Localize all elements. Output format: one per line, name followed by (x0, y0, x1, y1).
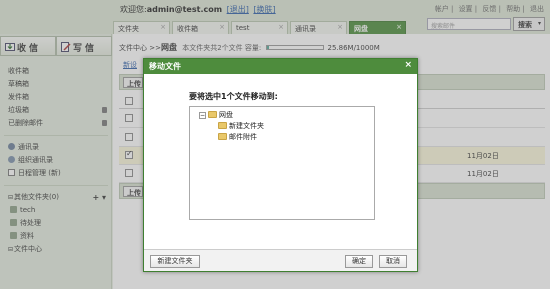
ok-button[interactable]: 确定 (345, 255, 373, 268)
folder-icon (218, 122, 227, 129)
tree-node-label: 网盘 (219, 111, 233, 119)
tree-node-mail-attachments[interactable]: 邮件附件 (218, 132, 257, 142)
tree-node-root[interactable]: − 网盘 (199, 110, 233, 120)
tree-node-new-folder[interactable]: 新建文件夹 (218, 121, 264, 131)
folder-tree: − 网盘 新建文件夹 邮件附件 (189, 106, 375, 220)
dialog-prompt: 要将选中1个文件移动到: (189, 92, 278, 101)
dialog-title: 移动文件 (149, 62, 181, 71)
dialog-title-bar: 移动文件 × (144, 59, 417, 74)
folder-icon (208, 111, 217, 118)
close-icon[interactable]: × (404, 60, 412, 70)
cancel-button[interactable]: 取消 (379, 255, 407, 268)
move-file-dialog: 移动文件 × 要将选中1个文件移动到: − 网盘 新建文件夹 邮件附件 新建文件夹… (143, 58, 418, 272)
tree-node-label: 新建文件夹 (229, 122, 264, 130)
tree-node-label: 邮件附件 (229, 133, 257, 141)
collapse-icon[interactable]: − (199, 112, 206, 119)
new-folder-button[interactable]: 新建文件夹 (150, 255, 200, 268)
dialog-footer: 新建文件夹 确定 取消 (144, 249, 417, 271)
folder-icon (218, 133, 227, 140)
